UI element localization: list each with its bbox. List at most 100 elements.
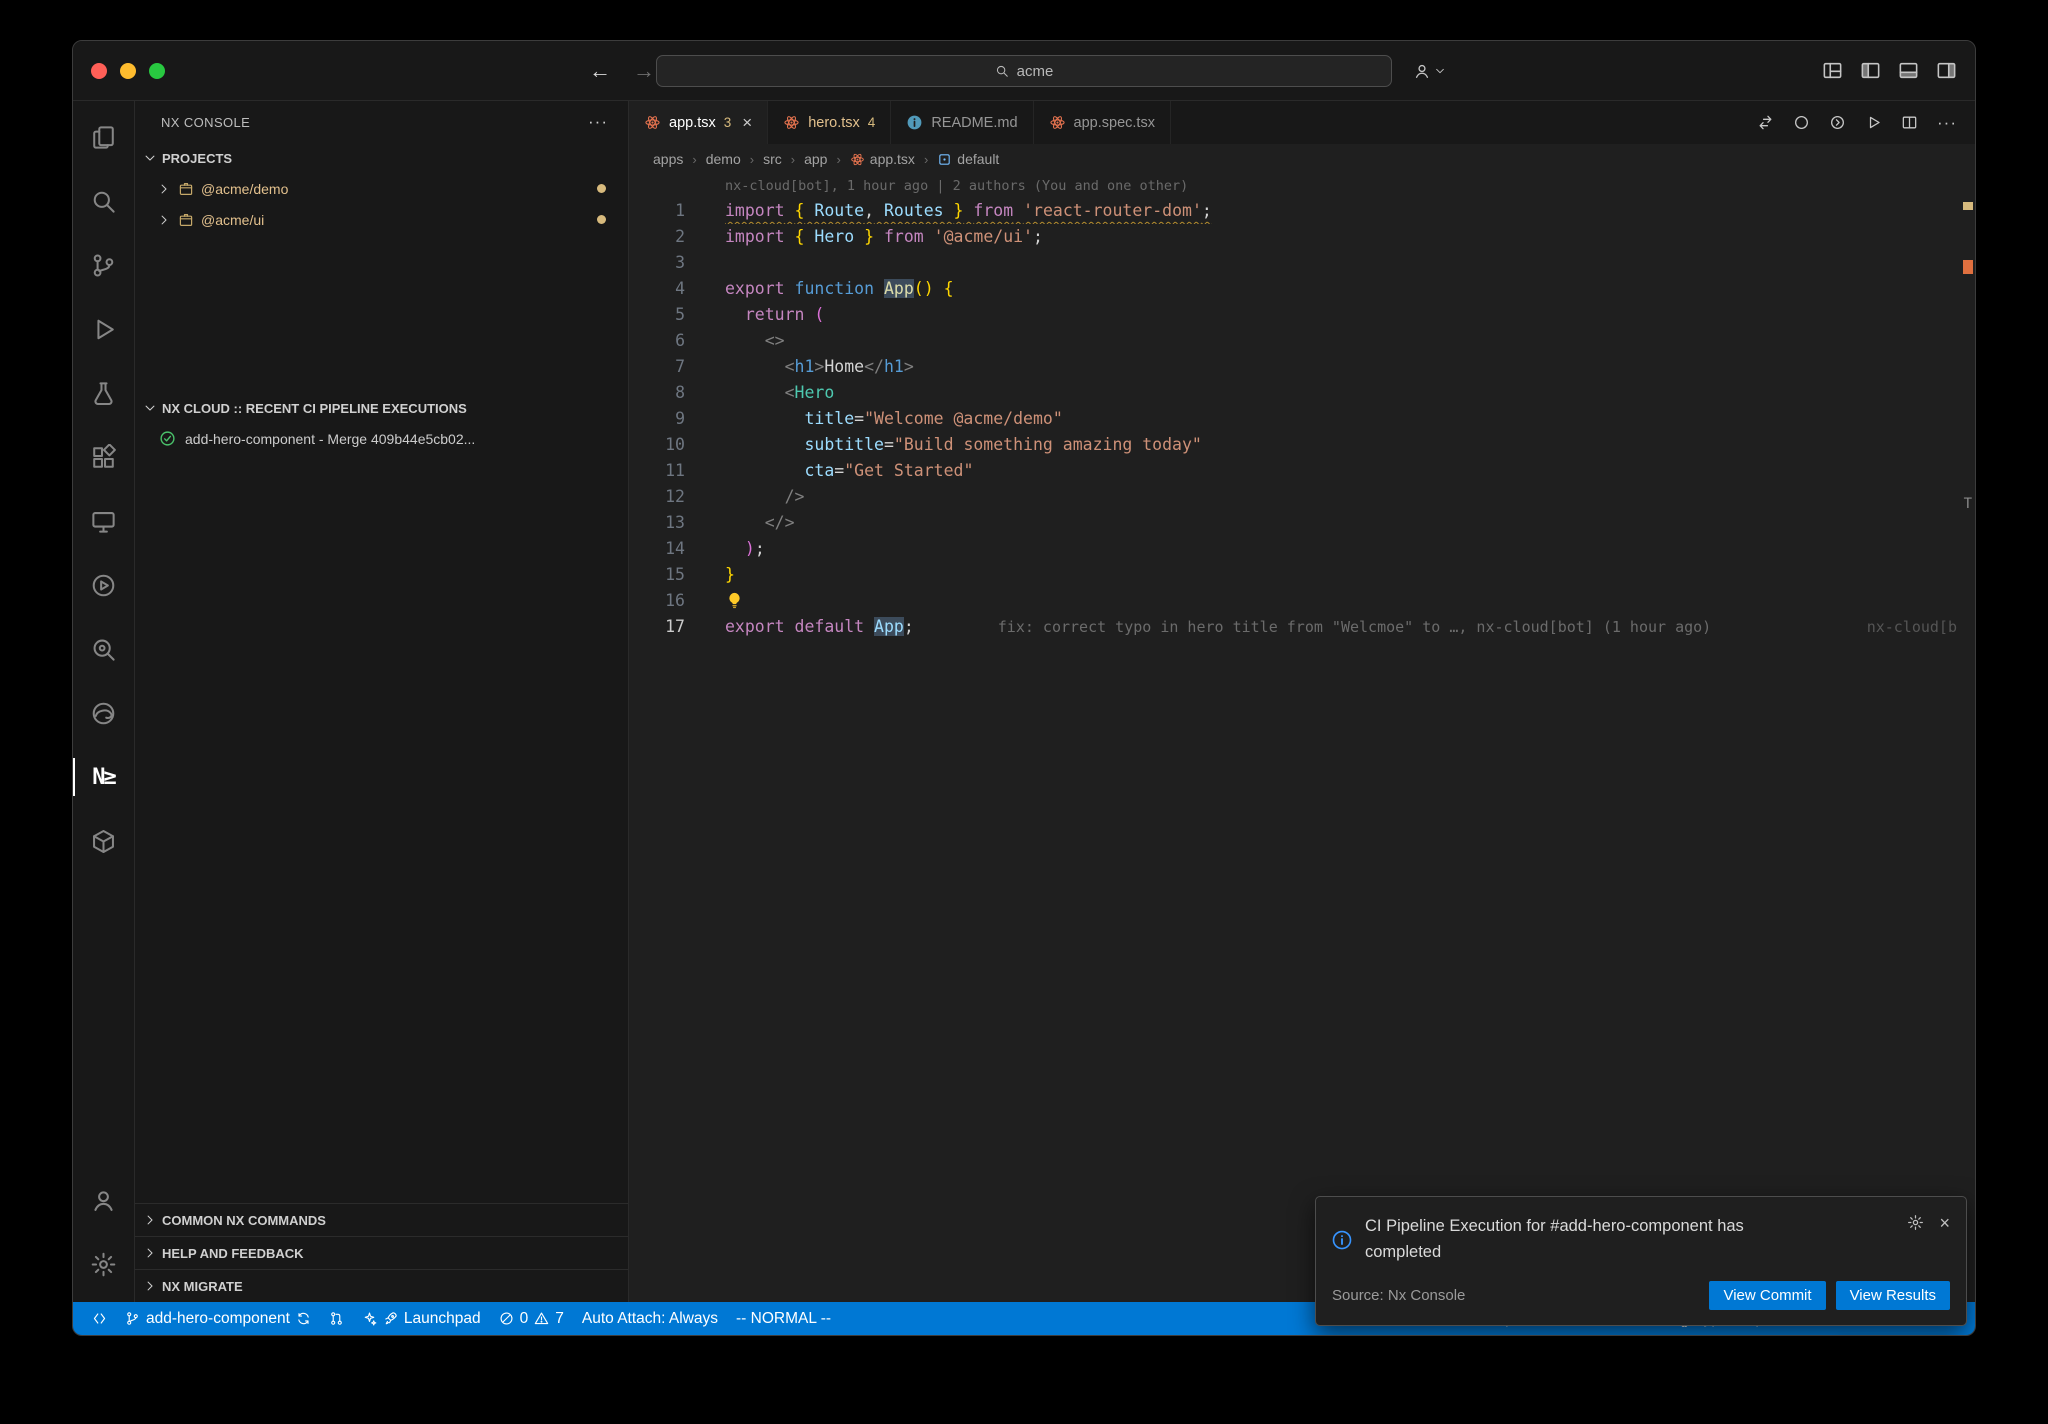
code-line-8[interactable]: 8 <Hero (629, 380, 1975, 406)
minimize-window-button[interactable] (120, 63, 136, 79)
code-editor[interactable]: nx-cloud[bot], 1 hour ago | 2 authors (Y… (629, 174, 1975, 1302)
readme-info-icon (906, 114, 923, 131)
status-item-problems[interactable]: 07 (490, 1310, 573, 1328)
breadcrumb-item-apps[interactable]: apps (653, 151, 683, 167)
line-number: 9 (629, 406, 685, 432)
section-nx-cloud[interactable]: NX CLOUD :: RECENT CI PIPELINE EXECUTION… (135, 393, 628, 423)
layout-sidebar-right-icon[interactable] (1936, 60, 1957, 81)
notification-close-icon[interactable]: × (1939, 1214, 1950, 1232)
warning-icon (534, 1311, 549, 1326)
compare-changes-icon[interactable] (1757, 114, 1774, 131)
code-line-15[interactable]: 15} (629, 562, 1975, 588)
activity-item-source-control[interactable] (73, 233, 135, 297)
code-line-12[interactable]: 12 /> (629, 484, 1975, 510)
line-number: 16 (629, 588, 685, 614)
code-line-1[interactable]: 1import { Route, Routes } from 'react-ro… (629, 198, 1975, 224)
breadcrumb-item-app[interactable]: app (804, 151, 827, 167)
beaker-icon (90, 380, 117, 407)
layout-panel-icon[interactable] (1898, 60, 1919, 81)
code-line-2[interactable]: 2import { Hero } from '@acme/ui'; (629, 224, 1975, 250)
project-item[interactable]: @acme/demo (135, 173, 628, 204)
activity-item-run-circle[interactable] (73, 553, 135, 617)
status-item-vim-mode[interactable]: -- NORMAL -- (727, 1310, 840, 1328)
tab-app.spec.tsx[interactable]: app.spec.tsx (1034, 101, 1171, 144)
breadcrumb-item-demo[interactable]: demo (706, 151, 741, 167)
activity-item-extensions[interactable] (73, 425, 135, 489)
code-line-7[interactable]: 7 <h1>Home</h1> (629, 354, 1975, 380)
code-line-6[interactable]: 6 <> (629, 328, 1975, 354)
section-help-and-feedback[interactable]: HELP AND FEEDBACK (135, 1236, 628, 1269)
view-results-button[interactable]: View Results (1836, 1281, 1950, 1310)
more-actions-icon[interactable]: ··· (1937, 113, 1957, 133)
code-line-9[interactable]: 9 title="Welcome @acme/demo" (629, 406, 1975, 432)
back-button[interactable]: ← (589, 58, 611, 84)
activity-item-remote-explorer[interactable] (73, 489, 135, 553)
activity-item-explorer[interactable] (73, 105, 135, 169)
notification-settings-gear-icon[interactable] (1907, 1214, 1924, 1231)
split-editor-icon[interactable] (1901, 114, 1918, 131)
activity-item-run-and-debug[interactable] (73, 297, 135, 361)
profile-menu[interactable] (1413, 62, 1446, 80)
lightbulb-icon[interactable] (725, 591, 744, 610)
tab-hero.tsx[interactable]: hero.tsx4 (768, 101, 891, 144)
status-item-auto-attach[interactable]: Auto Attach: Always (573, 1310, 727, 1328)
window-controls (91, 63, 165, 79)
activity-item-testing[interactable] (73, 361, 135, 425)
run-debug-icon (90, 316, 117, 343)
layout-sidebar-left-icon[interactable] (1860, 60, 1881, 81)
code-line-4[interactable]: 4export function App() { (629, 276, 1975, 302)
activity-item-inspect[interactable] (73, 617, 135, 681)
inline-git-blame: fix: correct typo in hero title from "We… (998, 618, 1711, 636)
section-common-nx-commands[interactable]: COMMON NX COMMANDS (135, 1203, 628, 1236)
activity-item-accounts[interactable] (73, 1168, 135, 1232)
overview-ruler[interactable]: T (1961, 174, 1975, 1302)
run-file-icon[interactable] (1865, 114, 1882, 131)
breadcrumb-item-src[interactable]: src (763, 151, 782, 167)
section-nx-migrate[interactable]: NX MIGRATE (135, 1269, 628, 1302)
breadcrumb-separator: › (836, 152, 840, 167)
breadcrumb-item-default[interactable]: default (937, 151, 999, 167)
activity-bar: N≥ (73, 101, 135, 1302)
activity-item-nx-console[interactable]: N≥ (73, 745, 135, 809)
code-line-13[interactable]: 13 </> (629, 510, 1975, 536)
run-to-cursor-icon[interactable] (1829, 114, 1846, 131)
monitor-icon (90, 508, 117, 535)
tab-app.tsx[interactable]: app.tsx3× (629, 101, 768, 144)
code-line-17[interactable]: 17export default App;fix: correct typo i… (629, 614, 1975, 640)
sidebar-title: NX CONSOLE (161, 115, 250, 130)
status-item-remote[interactable] (83, 1311, 116, 1326)
zoom-window-button[interactable] (149, 63, 165, 79)
record-icon[interactable] (1793, 114, 1810, 131)
breadcrumb-separator: › (692, 152, 696, 167)
section-projects[interactable]: PROJECTS (135, 143, 628, 173)
code-line-14[interactable]: 14 ); (629, 536, 1975, 562)
project-status-dot (597, 215, 606, 224)
activity-item-settings[interactable] (73, 1232, 135, 1296)
tab-close-icon[interactable]: × (742, 113, 752, 133)
tab-README.md[interactable]: README.md (891, 101, 1033, 144)
layout-grid-icon[interactable] (1822, 60, 1843, 81)
close-window-button[interactable] (91, 63, 107, 79)
code-line-5[interactable]: 5 return ( (629, 302, 1975, 328)
line-number: 1 (629, 198, 685, 224)
activity-item-search[interactable] (73, 169, 135, 233)
pipeline-execution-item[interactable]: add-hero-component - Merge 409b44e5cb02.… (135, 423, 628, 454)
status-item-branch[interactable]: add-hero-component (116, 1310, 320, 1328)
forward-button[interactable]: → (633, 58, 655, 84)
code-line-3[interactable]: 3 (629, 250, 1975, 276)
view-commit-button[interactable]: View Commit (1709, 1281, 1825, 1310)
command-center[interactable]: acme (656, 55, 1392, 87)
codelens-blame[interactable]: nx-cloud[bot], 1 hour ago | 2 authors (Y… (629, 174, 1975, 198)
line-number: 14 (629, 536, 685, 562)
activity-item-edge-tools[interactable] (73, 681, 135, 745)
activity-item-containers[interactable] (73, 809, 135, 873)
code-line-11[interactable]: 11 cta="Get Started" (629, 458, 1975, 484)
status-item-launchpad[interactable]: Launchpad (353, 1310, 490, 1328)
breadcrumb-item-app.tsx[interactable]: app.tsx (850, 151, 915, 167)
status-item-pull-request[interactable] (320, 1311, 353, 1326)
project-item[interactable]: @acme/ui (135, 204, 628, 235)
code-line-16[interactable]: 16 (629, 588, 1975, 614)
ruler-artifact: T (1964, 496, 1972, 512)
sidebar-more-actions[interactable]: ··· (588, 112, 608, 132)
code-line-10[interactable]: 10 subtitle="Build something amazing tod… (629, 432, 1975, 458)
